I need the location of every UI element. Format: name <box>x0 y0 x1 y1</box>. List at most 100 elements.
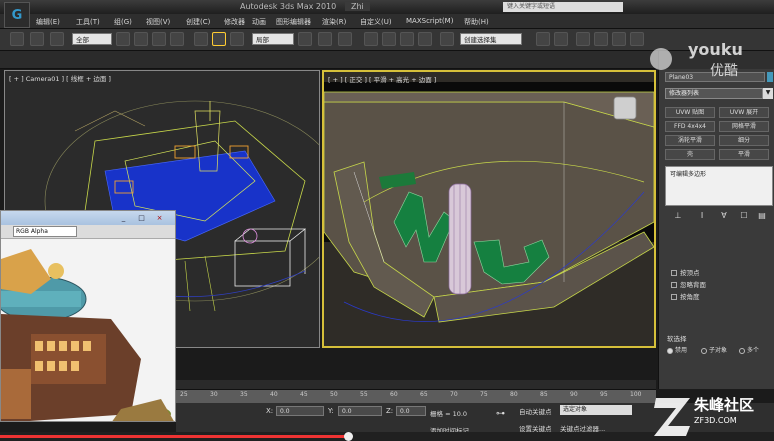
chevron-down-icon[interactable]: ▼ <box>763 88 773 99</box>
shell-button[interactable]: 壳 <box>665 149 715 160</box>
timeline-tick: 90 <box>570 391 578 398</box>
meshsmooth-button[interactable]: 网格平滑 <box>719 121 769 132</box>
viewport-label-orthographic[interactable]: [ + ] [ 正交 ] [ 平滑 + 高光 + 边面 ] <box>328 74 436 84</box>
menu-views[interactable]: 视图(V) <box>146 17 170 27</box>
angle-snap-icon[interactable] <box>382 32 396 46</box>
help-search-input[interactable]: 键入关键字或短语 <box>503 2 623 12</box>
subdivide-button[interactable]: 细分 <box>719 135 769 146</box>
percent-snap-icon[interactable] <box>400 32 414 46</box>
select-object-icon[interactable] <box>116 32 130 46</box>
redo-icon[interactable] <box>30 32 44 46</box>
youku-watermark: youku <box>688 40 743 59</box>
play-icon[interactable] <box>650 48 672 70</box>
undo-icon[interactable] <box>10 32 24 46</box>
uvw-map-button[interactable]: UVW 贴图 <box>665 107 715 118</box>
timeline-tick: 55 <box>360 391 368 398</box>
key-mode-select[interactable]: 选定对象 <box>560 405 632 415</box>
key-icon[interactable]: ⊶ <box>496 409 505 419</box>
window-crossing-icon[interactable] <box>170 32 184 46</box>
maximize-icon[interactable]: □ <box>135 213 148 223</box>
object-color-swatch[interactable] <box>767 72 773 82</box>
video-progress-knob[interactable] <box>344 432 354 441</box>
stack-item-editable-poly[interactable]: 可编辑多边形 <box>670 169 706 178</box>
menu-group[interactable]: 组(G) <box>114 17 132 27</box>
checkbox-icon <box>671 294 677 300</box>
modifier-stack[interactable]: 可编辑多边形 <box>665 166 773 206</box>
select-manipulate-icon[interactable] <box>318 32 332 46</box>
snap-toggle-icon[interactable] <box>364 32 378 46</box>
make-unique-icon[interactable]: ∀ <box>719 211 729 221</box>
menu-animation[interactable]: 动画 <box>252 17 266 27</box>
move-icon[interactable] <box>194 32 208 46</box>
x-coord-field[interactable]: 0.0 <box>276 406 324 416</box>
ffd-button[interactable]: FFD 4x4x4 <box>665 121 715 132</box>
rect-selection-icon[interactable] <box>152 32 166 46</box>
pin-stack-icon[interactable]: ⊥ <box>673 211 683 221</box>
render-window-toolbar: RGB Alpha <box>1 225 175 239</box>
link-icon[interactable] <box>50 32 64 46</box>
rendered-frame-window: _ □ × RGB Alpha <box>0 210 176 422</box>
timeline-tick: 30 <box>210 391 218 398</box>
radio-disabled[interactable]: 禁用 <box>667 345 687 354</box>
y-coord-field[interactable]: 0.0 <box>338 406 382 416</box>
timeline-tick: 60 <box>390 391 398 398</box>
timeline-tick: 75 <box>480 391 488 398</box>
smooth-button[interactable]: 平滑 <box>719 149 769 160</box>
spinner-snap-icon[interactable] <box>418 32 432 46</box>
radio-multiple[interactable]: 多个 <box>739 345 759 354</box>
radio-subobject[interactable]: 子对象 <box>701 345 727 354</box>
orthographic-scene <box>324 72 654 346</box>
radio-icon <box>701 347 707 354</box>
by-angle-checkbox[interactable]: 按角度 <box>671 291 700 301</box>
selection-filter-select[interactable]: 全部 <box>72 33 112 45</box>
viewcube-icon[interactable] <box>613 96 637 120</box>
menu-rendering[interactable]: 渲染(R) <box>322 17 346 27</box>
turbosmooth-button[interactable]: 涡轮平滑 <box>665 135 715 146</box>
ignore-backfacing-checkbox[interactable]: 忽略背面 <box>671 279 706 289</box>
menu-create[interactable]: 创建(C) <box>186 17 210 27</box>
layer-manager-icon[interactable] <box>576 32 590 46</box>
render-window-titlebar[interactable]: _ □ × <box>1 211 175 225</box>
pivot-center-icon[interactable] <box>298 32 312 46</box>
viewport-label-camera[interactable]: [ + ] Camera01 ] [ 线框 + 边面 ] <box>9 73 111 83</box>
keyboard-shortcut-icon[interactable] <box>338 32 352 46</box>
menu-edit[interactable]: 编辑(E) <box>36 17 60 27</box>
time-slider[interactable] <box>176 380 656 389</box>
z-coord-field[interactable]: 0.0 <box>396 406 426 416</box>
viewport-orthographic[interactable]: [ + ] [ 正交 ] [ 平滑 + 高光 + 边面 ] <box>322 70 656 348</box>
timeline-track[interactable]: 25 30 35 40 45 50 55 60 65 70 75 80 85 9… <box>176 389 656 403</box>
timeline-tick: 95 <box>600 391 608 398</box>
rotate-icon[interactable] <box>212 32 226 46</box>
schematic-view-icon[interactable] <box>630 32 644 46</box>
curve-editor-icon[interactable] <box>612 32 626 46</box>
by-vertex-checkbox[interactable]: 按顶点 <box>671 267 700 277</box>
close-icon[interactable]: × <box>153 213 166 223</box>
menu-customize[interactable]: 自定义(U) <box>360 17 392 27</box>
mirror-icon[interactable] <box>536 32 550 46</box>
by-angle-label: 按角度 <box>680 293 700 301</box>
grid-size-label: 栅格 = 10.0 <box>430 410 468 418</box>
scale-icon[interactable] <box>230 32 244 46</box>
radio-icon <box>739 347 745 354</box>
graphite-tools-icon[interactable] <box>594 32 608 46</box>
menu-graph-editors[interactable]: 图形编辑器 <box>276 17 311 27</box>
configure-sets-icon[interactable]: ▤ <box>757 211 767 221</box>
select-by-name-icon[interactable] <box>134 32 148 46</box>
unwrap-uvw-button[interactable]: UVW 展开 <box>719 107 769 118</box>
file-tab[interactable]: Zhi <box>345 2 370 11</box>
modifier-list-select[interactable]: 修改器列表 <box>665 88 763 99</box>
named-selection-select[interactable]: 创建选择集 <box>460 33 522 45</box>
channel-select[interactable]: RGB Alpha <box>13 226 77 237</box>
minimize-icon[interactable]: _ <box>117 213 130 223</box>
edit-named-selection-icon[interactable] <box>440 32 454 46</box>
show-end-result-icon[interactable]: Ⅰ <box>697 211 707 221</box>
reference-coord-select[interactable]: 局部 <box>252 33 294 45</box>
menu-modifiers[interactable]: 修改器 <box>224 17 245 27</box>
menu-help[interactable]: 帮助(H) <box>464 17 489 27</box>
menu-tools[interactable]: 工具(T) <box>76 17 100 27</box>
remove-modifier-icon[interactable]: ☐ <box>739 211 749 221</box>
align-icon[interactable] <box>554 32 568 46</box>
app-menu-button[interactable]: G <box>4 2 30 28</box>
menu-maxscript[interactable]: MAXScript(M) <box>406 17 453 25</box>
auto-key-button[interactable]: 自动关键点 <box>519 406 552 416</box>
